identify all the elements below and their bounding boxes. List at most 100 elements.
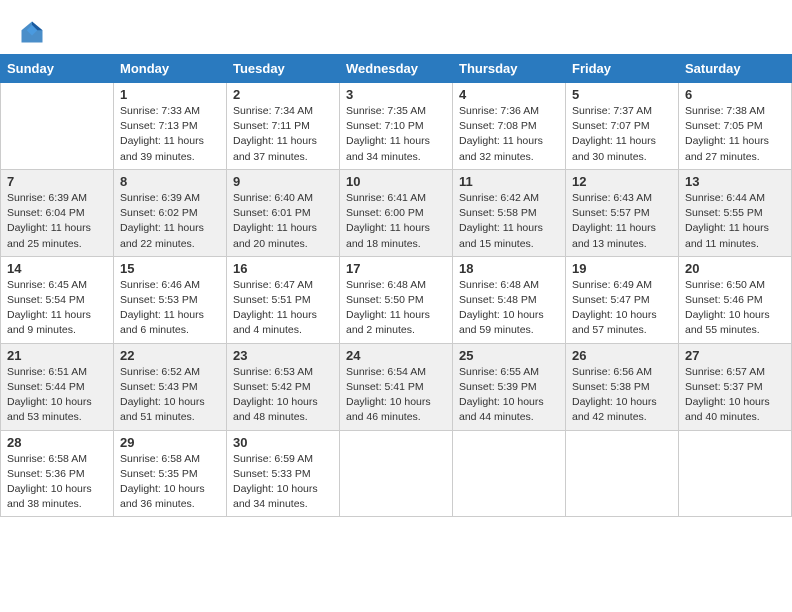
calendar-cell: 17 Sunrise: 6:48 AM Sunset: 5:50 PM Dayli… xyxy=(340,256,453,343)
calendar-cell: 23 Sunrise: 6:53 AM Sunset: 5:42 PM Dayli… xyxy=(227,343,340,430)
day-number: 9 xyxy=(233,174,333,189)
day-info: Sunrise: 6:52 AM Sunset: 5:43 PM Dayligh… xyxy=(120,365,220,426)
calendar-cell: 30 Sunrise: 6:59 AM Sunset: 5:33 PM Dayli… xyxy=(227,430,340,517)
day-info: Sunrise: 6:47 AM Sunset: 5:51 PM Dayligh… xyxy=(233,278,333,339)
calendar-cell: 4 Sunrise: 7:36 AM Sunset: 7:08 PM Daylig… xyxy=(453,83,566,170)
calendar-cell: 13 Sunrise: 6:44 AM Sunset: 5:55 PM Dayli… xyxy=(679,169,792,256)
calendar-cell xyxy=(340,430,453,517)
day-number: 25 xyxy=(459,348,559,363)
calendar-cell: 27 Sunrise: 6:57 AM Sunset: 5:37 PM Dayli… xyxy=(679,343,792,430)
calendar-cell: 12 Sunrise: 6:43 AM Sunset: 5:57 PM Dayli… xyxy=(566,169,679,256)
day-number: 15 xyxy=(120,261,220,276)
calendar-cell: 20 Sunrise: 6:50 AM Sunset: 5:46 PM Dayli… xyxy=(679,256,792,343)
calendar-day-header: Sunday xyxy=(1,55,114,83)
day-info: Sunrise: 6:58 AM Sunset: 5:36 PM Dayligh… xyxy=(7,452,107,513)
day-number: 10 xyxy=(346,174,446,189)
day-number: 3 xyxy=(346,87,446,102)
day-number: 8 xyxy=(120,174,220,189)
calendar-cell: 14 Sunrise: 6:45 AM Sunset: 5:54 PM Dayli… xyxy=(1,256,114,343)
day-info: Sunrise: 6:50 AM Sunset: 5:46 PM Dayligh… xyxy=(685,278,785,339)
calendar-week-row: 7 Sunrise: 6:39 AM Sunset: 6:04 PM Daylig… xyxy=(1,169,792,256)
day-number: 16 xyxy=(233,261,333,276)
day-number: 12 xyxy=(572,174,672,189)
calendar-cell: 18 Sunrise: 6:48 AM Sunset: 5:48 PM Dayli… xyxy=(453,256,566,343)
calendar-day-header: Wednesday xyxy=(340,55,453,83)
calendar-week-row: 28Sunrise: 6:58 AM Sunset: 5:36 PM Dayli… xyxy=(1,430,792,517)
day-info: Sunrise: 6:45 AM Sunset: 5:54 PM Dayligh… xyxy=(7,278,107,339)
calendar-cell: 5 Sunrise: 7:37 AM Sunset: 7:07 PM Daylig… xyxy=(566,83,679,170)
day-info: Sunrise: 6:59 AM Sunset: 5:33 PM Dayligh… xyxy=(233,452,333,513)
calendar-day-header: Friday xyxy=(566,55,679,83)
day-info: Sunrise: 6:40 AM Sunset: 6:01 PM Dayligh… xyxy=(233,191,333,252)
calendar-cell: 10 Sunrise: 6:41 AM Sunset: 6:00 PM Dayli… xyxy=(340,169,453,256)
calendar-cell: 9 Sunrise: 6:40 AM Sunset: 6:01 PM Daylig… xyxy=(227,169,340,256)
day-number: 5 xyxy=(572,87,672,102)
calendar-cell: 22 Sunrise: 6:52 AM Sunset: 5:43 PM Dayli… xyxy=(114,343,227,430)
page: SundayMondayTuesdayWednesdayThursdayFrid… xyxy=(0,0,792,612)
day-info: Sunrise: 6:48 AM Sunset: 5:50 PM Dayligh… xyxy=(346,278,446,339)
logo xyxy=(18,18,50,46)
calendar-table: SundayMondayTuesdayWednesdayThursdayFrid… xyxy=(0,54,792,517)
day-number: 26 xyxy=(572,348,672,363)
calendar-cell xyxy=(453,430,566,517)
day-number: 2 xyxy=(233,87,333,102)
day-info: Sunrise: 7:37 AM Sunset: 7:07 PM Dayligh… xyxy=(572,104,672,165)
day-number: 7 xyxy=(7,174,107,189)
calendar-cell: 21Sunrise: 6:51 AM Sunset: 5:44 PM Dayli… xyxy=(1,343,114,430)
day-info: Sunrise: 6:57 AM Sunset: 5:37 PM Dayligh… xyxy=(685,365,785,426)
calendar-cell: 15 Sunrise: 6:46 AM Sunset: 5:53 PM Dayli… xyxy=(114,256,227,343)
calendar-cell: 29Sunrise: 6:58 AM Sunset: 5:35 PM Dayli… xyxy=(114,430,227,517)
day-info: Sunrise: 6:54 AM Sunset: 5:41 PM Dayligh… xyxy=(346,365,446,426)
day-info: Sunrise: 6:41 AM Sunset: 6:00 PM Dayligh… xyxy=(346,191,446,252)
day-number: 20 xyxy=(685,261,785,276)
day-info: Sunrise: 6:44 AM Sunset: 5:55 PM Dayligh… xyxy=(685,191,785,252)
day-info: Sunrise: 6:56 AM Sunset: 5:38 PM Dayligh… xyxy=(572,365,672,426)
day-number: 30 xyxy=(233,435,333,450)
day-number: 18 xyxy=(459,261,559,276)
day-number: 6 xyxy=(685,87,785,102)
calendar-header-row: SundayMondayTuesdayWednesdayThursdayFrid… xyxy=(1,55,792,83)
day-info: Sunrise: 6:53 AM Sunset: 5:42 PM Dayligh… xyxy=(233,365,333,426)
day-info: Sunrise: 6:49 AM Sunset: 5:47 PM Dayligh… xyxy=(572,278,672,339)
day-number: 29 xyxy=(120,435,220,450)
day-number: 17 xyxy=(346,261,446,276)
day-info: Sunrise: 6:39 AM Sunset: 6:04 PM Dayligh… xyxy=(7,191,107,252)
day-number: 22 xyxy=(120,348,220,363)
calendar-cell: 2 Sunrise: 7:34 AM Sunset: 7:11 PM Daylig… xyxy=(227,83,340,170)
day-number: 1 xyxy=(120,87,220,102)
day-number: 4 xyxy=(459,87,559,102)
calendar-week-row: 1Sunrise: 7:33 AM Sunset: 7:13 PM Daylig… xyxy=(1,83,792,170)
calendar-day-header: Saturday xyxy=(679,55,792,83)
day-info: Sunrise: 6:42 AM Sunset: 5:58 PM Dayligh… xyxy=(459,191,559,252)
day-info: Sunrise: 7:36 AM Sunset: 7:08 PM Dayligh… xyxy=(459,104,559,165)
day-info: Sunrise: 7:34 AM Sunset: 7:11 PM Dayligh… xyxy=(233,104,333,165)
day-info: Sunrise: 6:39 AM Sunset: 6:02 PM Dayligh… xyxy=(120,191,220,252)
day-info: Sunrise: 6:48 AM Sunset: 5:48 PM Dayligh… xyxy=(459,278,559,339)
day-number: 14 xyxy=(7,261,107,276)
day-number: 19 xyxy=(572,261,672,276)
day-number: 23 xyxy=(233,348,333,363)
calendar-cell: 3Sunrise: 7:35 AM Sunset: 7:10 PM Daylig… xyxy=(340,83,453,170)
calendar-cell: 6 Sunrise: 7:38 AM Sunset: 7:05 PM Daylig… xyxy=(679,83,792,170)
calendar-day-header: Tuesday xyxy=(227,55,340,83)
calendar-wrapper: SundayMondayTuesdayWednesdayThursdayFrid… xyxy=(0,54,792,527)
calendar-week-row: 21Sunrise: 6:51 AM Sunset: 5:44 PM Dayli… xyxy=(1,343,792,430)
day-number: 13 xyxy=(685,174,785,189)
day-number: 11 xyxy=(459,174,559,189)
day-info: Sunrise: 6:46 AM Sunset: 5:53 PM Dayligh… xyxy=(120,278,220,339)
day-info: Sunrise: 6:55 AM Sunset: 5:39 PM Dayligh… xyxy=(459,365,559,426)
calendar-cell: 7 Sunrise: 6:39 AM Sunset: 6:04 PM Daylig… xyxy=(1,169,114,256)
day-number: 24 xyxy=(346,348,446,363)
calendar-cell xyxy=(566,430,679,517)
calendar-cell: 8 Sunrise: 6:39 AM Sunset: 6:02 PM Daylig… xyxy=(114,169,227,256)
day-number: 21 xyxy=(7,348,107,363)
calendar-cell xyxy=(679,430,792,517)
calendar-week-row: 14 Sunrise: 6:45 AM Sunset: 5:54 PM Dayli… xyxy=(1,256,792,343)
calendar-cell: 24 Sunrise: 6:54 AM Sunset: 5:41 PM Dayli… xyxy=(340,343,453,430)
day-number: 27 xyxy=(685,348,785,363)
day-info: Sunrise: 6:43 AM Sunset: 5:57 PM Dayligh… xyxy=(572,191,672,252)
calendar-cell: 19 Sunrise: 6:49 AM Sunset: 5:47 PM Dayli… xyxy=(566,256,679,343)
calendar-cell: 11 Sunrise: 6:42 AM Sunset: 5:58 PM Dayli… xyxy=(453,169,566,256)
calendar-day-header: Monday xyxy=(114,55,227,83)
day-info: Sunrise: 7:38 AM Sunset: 7:05 PM Dayligh… xyxy=(685,104,785,165)
